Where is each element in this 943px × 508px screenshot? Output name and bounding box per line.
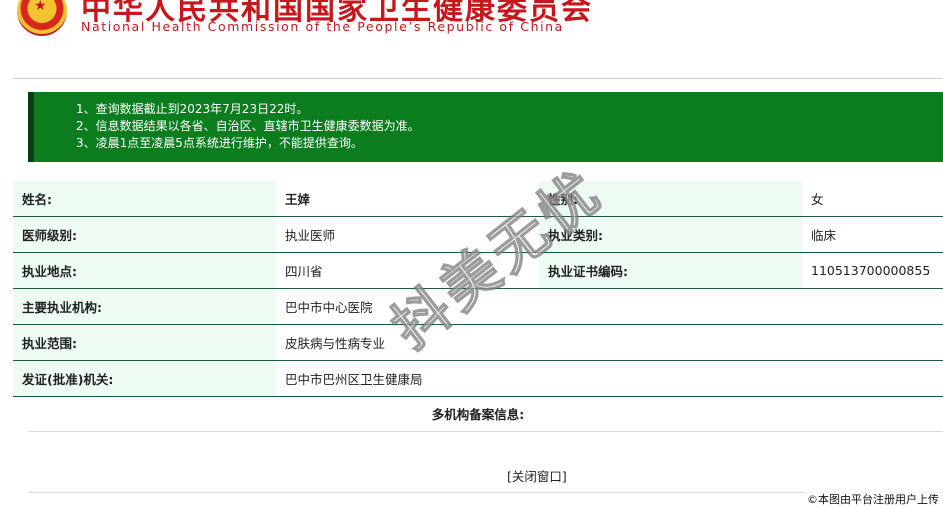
location-value: 四川省 <box>276 252 539 289</box>
table-row: 发证(批准)机关: 巴中市巴州区卫生健康局 <box>13 360 943 397</box>
close-window-button[interactable]: [关闭窗口] <box>507 466 567 485</box>
table-row: 姓名: 王婞 性别: 女 <box>13 181 943 217</box>
gender-value: 女 <box>802 181 943 217</box>
level-value: 执业医师 <box>276 216 539 253</box>
notice-line-1: 1、查询数据截止到2023年7月23日22时。 <box>76 102 309 116</box>
multi-institution-title: 多机构备案信息: <box>431 407 525 422</box>
issuer-label: 发证(批准)机关: <box>13 360 276 397</box>
header-title-en: National Health Commission of the People… <box>81 19 564 34</box>
notice-line-2: 2、信息数据结果以各省、自治区、直辖市卫生健康委数据为准。 <box>76 119 420 133</box>
category-value: 临床 <box>802 216 943 253</box>
institution-value: 巴中市中心医院 <box>276 288 943 325</box>
table-row: 执业地点: 四川省 执业证书编码: 110513700000855 <box>13 252 943 289</box>
location-label: 执业地点: <box>13 252 276 289</box>
upload-credit: ©本图由平台注册用户上传 <box>805 491 941 507</box>
scope-value: 皮肤病与性病专业 <box>276 324 943 361</box>
section-divider <box>28 431 943 432</box>
cert-label: 执业证书编码: <box>539 252 802 289</box>
scope-label: 执业范围: <box>13 324 276 361</box>
name-label: 姓名: <box>13 181 276 217</box>
table-row: 执业范围: 皮肤病与性病专业 <box>13 324 943 361</box>
table-row: 主要执业机构: 巴中市中心医院 <box>13 288 943 325</box>
notice-line-3: 3、凌晨1点至凌晨5点系统进行维护，不能提供查询。 <box>76 136 363 150</box>
national-emblem-icon: ★ <box>17 0 67 36</box>
cert-value: 110513700000855 <box>802 252 943 289</box>
site-header: ★ 中华人民共和国国家卫生健康委员会 National Health Commi… <box>13 0 628 38</box>
notice-banner: 1、查询数据截止到2023年7月23日22时。 2、信息数据结果以各省、自治区、… <box>28 92 943 162</box>
institution-label: 主要执业机构: <box>13 288 276 325</box>
name-value: 王婞 <box>276 181 539 217</box>
doctor-info-table: 姓名: 王婞 性别: 女 医师级别: 执业医师 执业类别: 临床 执业地点: 四… <box>13 181 943 397</box>
header-divider <box>13 78 943 79</box>
category-label: 执业类别: <box>539 216 802 253</box>
table-row: 医师级别: 执业医师 执业类别: 临床 <box>13 216 943 253</box>
gender-label: 性别: <box>539 181 802 217</box>
issuer-value: 巴中市巴州区卫生健康局 <box>276 360 943 397</box>
level-label: 医师级别: <box>13 216 276 253</box>
